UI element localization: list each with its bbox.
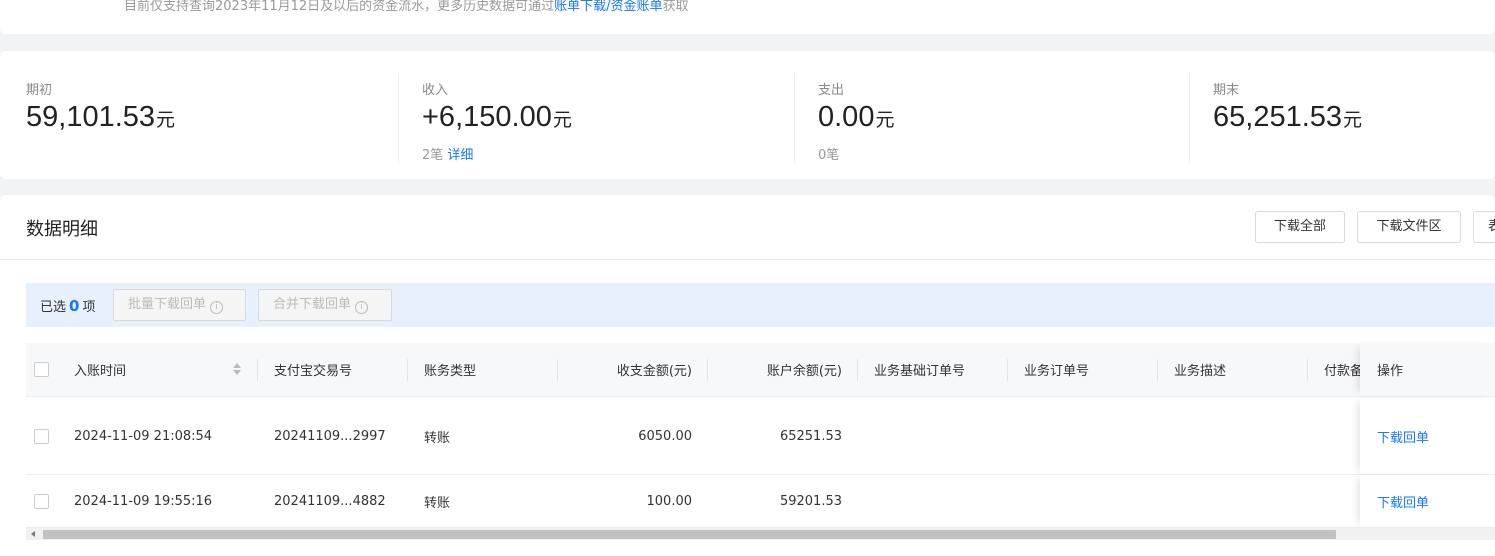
cell-type: 转账 [424, 430, 451, 446]
notice-text-before: 目前仅支持查询2023年11月12日及以后的资金流水，更多历史数据可通过 [124, 0, 555, 14]
detail-title: 数据明细 [26, 219, 98, 240]
sort-icon[interactable] [232, 363, 242, 377]
scroll-left-icon[interactable] [31, 531, 35, 537]
col-header-amount: 收支金额(元) [616, 364, 692, 379]
stat-opening-value: 59,101.53元 [26, 101, 175, 134]
stat-opening-number: 59,101.53 [26, 101, 156, 133]
col-header-payment-note: 付款备 [1324, 364, 1364, 379]
stat-divider [794, 73, 795, 163]
col-header-balance: 账户余额(元) [766, 364, 842, 379]
stat-opening-unit: 元 [156, 109, 176, 131]
select-all-checkbox[interactable] [34, 362, 49, 377]
stat-income-label: 收入 [422, 83, 449, 98]
notice-card: 目前仅支持查询2023年11月12日及以后的资金流水，更多历史数据可通过账单下载… [0, 0, 1495, 34]
row-checkbox[interactable] [34, 428, 49, 444]
operation-cell: 下载回单 [1360, 398, 1495, 474]
stat-opening-label: 期初 [26, 83, 53, 98]
selection-count: 已选 0 项 [40, 296, 95, 315]
horizontal-scrollbar[interactable] [26, 528, 1495, 540]
stat-expense-number: 0.00 [818, 101, 875, 133]
table-row: 2024-11-09 21:08:54 20241109...2997 转账 6… [26, 398, 1495, 475]
select-all-cell [34, 343, 54, 396]
operation-cell: 下载回单 [1360, 475, 1495, 527]
bill-download-link[interactable]: 账单下载/资金账单 [554, 0, 662, 14]
stat-income-value: +6,150.00元 [422, 101, 572, 134]
stat-income-number: +6,150.00 [422, 101, 552, 133]
income-detail-link[interactable]: 详细 [447, 148, 473, 163]
cell-time: 2024-11-09 21:08:54 [74, 428, 213, 444]
batch-download-button[interactable]: 批量下载回单 i [113, 289, 246, 321]
column-separator [557, 359, 558, 381]
stat-income-unit: 元 [552, 109, 572, 131]
merge-download-label: 合并下载回单 [273, 297, 352, 312]
batch-download-label: 批量下载回单 [128, 297, 207, 312]
info-icon: i [210, 301, 224, 314]
cell-balance: 65251.53 [779, 428, 842, 444]
selection-prefix: 已选 [40, 300, 67, 315]
stat-expense-label: 支出 [818, 83, 845, 98]
row-checkbox-cell [34, 475, 54, 527]
row-checkbox-cell [34, 398, 54, 474]
column-separator [707, 359, 708, 381]
selection-bar: 已选 0 项 批量下载回单 i 合并下载回单 i [26, 283, 1495, 327]
stat-expense-unit: 元 [875, 109, 895, 131]
summary-card: 期初 59,101.53元 收入 +6,150.00元 2笔 详细 支出 0.0… [0, 51, 1495, 179]
stat-income-count: 2笔 [422, 148, 444, 163]
divider [0, 259, 1495, 260]
stat-income-sub: 2笔 详细 [422, 144, 473, 163]
column-separator [257, 359, 258, 381]
info-icon: i [355, 301, 369, 314]
cell-amount: 100.00 [646, 493, 693, 509]
table-header: 入账时间 支付宝交易号 账务类型 收支金额(元) 账户余额(元) 业务基础订单号… [26, 343, 1495, 397]
stat-closing-label: 期末 [1213, 83, 1240, 98]
download-all-button[interactable]: 下载全部 [1255, 211, 1345, 243]
col-header-base-order: 业务基础订单号 [874, 364, 966, 379]
detail-card: 数据明细 下载全部 下载文件区 表 已选0项 批量下载回单i 合并下载回单i 入… [0, 195, 1495, 556]
notice-text: 目前仅支持查询2023年11月12日及以后的资金流水，更多历史数据可通过账单下载… [124, 0, 689, 14]
stat-closing-value: 65,251.53元 [1213, 101, 1362, 134]
table-row: 2024-11-09 19:55:16 20241109...4882 转账 1… [26, 475, 1495, 528]
col-header-trade-no: 支付宝交易号 [274, 364, 353, 379]
more-button[interactable]: 表 [1473, 211, 1495, 243]
col-header-time[interactable]: 入账时间 [74, 343, 224, 396]
stat-divider [1189, 73, 1190, 163]
operation-column-header: 操作 [1360, 343, 1495, 396]
column-separator [1007, 359, 1008, 381]
stat-expense-count: 0笔 [818, 148, 840, 163]
column-separator [407, 359, 408, 381]
stat-closing-unit: 元 [1343, 109, 1363, 131]
column-separator [857, 359, 858, 381]
selection-suffix: 项 [82, 300, 96, 315]
cell-type: 转账 [424, 495, 451, 511]
row-checkbox[interactable] [34, 493, 49, 509]
cell-amount: 6050.00 [638, 428, 692, 444]
col-header-description: 业务描述 [1174, 364, 1227, 379]
download-area-button[interactable]: 下载文件区 [1357, 211, 1461, 243]
notice-text-after: 获取 [662, 0, 689, 14]
cell-time: 2024-11-09 19:55:16 [74, 493, 213, 509]
col-header-type: 账务类型 [424, 364, 477, 379]
col-header-action: 操作 [1377, 364, 1404, 379]
cell-balance: 59201.53 [779, 493, 842, 509]
column-separator [1157, 359, 1158, 381]
col-header-order: 业务订单号 [1024, 364, 1090, 379]
stat-closing-number: 65,251.53 [1213, 101, 1343, 133]
stat-divider [398, 73, 399, 163]
scroll-thumb[interactable] [43, 530, 1336, 539]
column-separator [1307, 359, 1308, 381]
merge-download-button[interactable]: 合并下载回单 i [258, 289, 392, 321]
stat-expense-value: 0.00元 [818, 101, 894, 134]
cell-trade-no: 20241109...4882 [274, 493, 386, 509]
download-receipt-link[interactable]: 下载回单 [1377, 427, 1429, 446]
download-receipt-link[interactable]: 下载回单 [1377, 492, 1429, 511]
selection-count-number: 0 [69, 297, 80, 315]
cell-trade-no: 20241109...2997 [274, 428, 386, 444]
